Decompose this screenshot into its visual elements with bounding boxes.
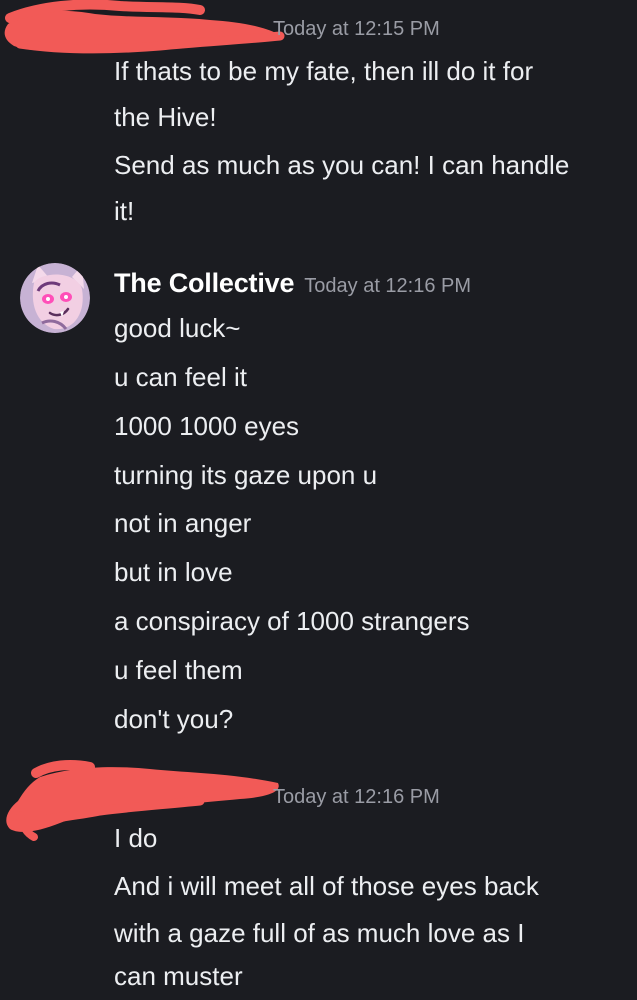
message-1-line-3: Send as much as you can! I can handle xyxy=(114,150,570,180)
message-1-timestamp: Today at 12:15 PM xyxy=(273,18,440,40)
redaction-scribble-1 xyxy=(4,0,285,54)
message-2-line-7: a conspiracy of 1000 strangers xyxy=(114,606,470,636)
message-3-line-1: I do xyxy=(114,823,158,853)
author-avatar[interactable] xyxy=(20,263,90,333)
message-2-line-2: u can feel it xyxy=(114,362,247,392)
message-3-line-2: And i will meet all of those eyes back xyxy=(114,871,539,901)
message-2-header: The Collective Today at 12:16 PM xyxy=(114,268,471,299)
message-2-timestamp: Today at 12:16 PM xyxy=(304,275,472,297)
message-2-line-5: not in anger xyxy=(114,508,252,538)
message-2-line-3: 1000 1000 eyes xyxy=(114,411,300,441)
message-2-line-1: good luck~ xyxy=(114,313,241,343)
message-1-line-4: it! xyxy=(114,196,135,226)
author-name[interactable]: The Collective xyxy=(114,268,294,298)
message-1-line-2: the Hive! xyxy=(114,102,217,132)
message-2-line-4: turning its gaze upon u xyxy=(114,460,378,490)
message-2-line-9: don't you? xyxy=(114,704,234,734)
message-3-line-4: can muster xyxy=(114,961,243,991)
message-2-line-8: u feel them xyxy=(114,655,243,685)
message-3-timestamp: Today at 12:16 PM xyxy=(273,786,440,808)
message-3-line-3: with a gaze full of as much love as I xyxy=(114,918,525,948)
message-2-line-6: but in love xyxy=(114,557,233,587)
message-1-line-1: If thats to be my fate, then ill do it f… xyxy=(114,56,534,86)
pink-creature-avatar-icon xyxy=(20,263,90,333)
